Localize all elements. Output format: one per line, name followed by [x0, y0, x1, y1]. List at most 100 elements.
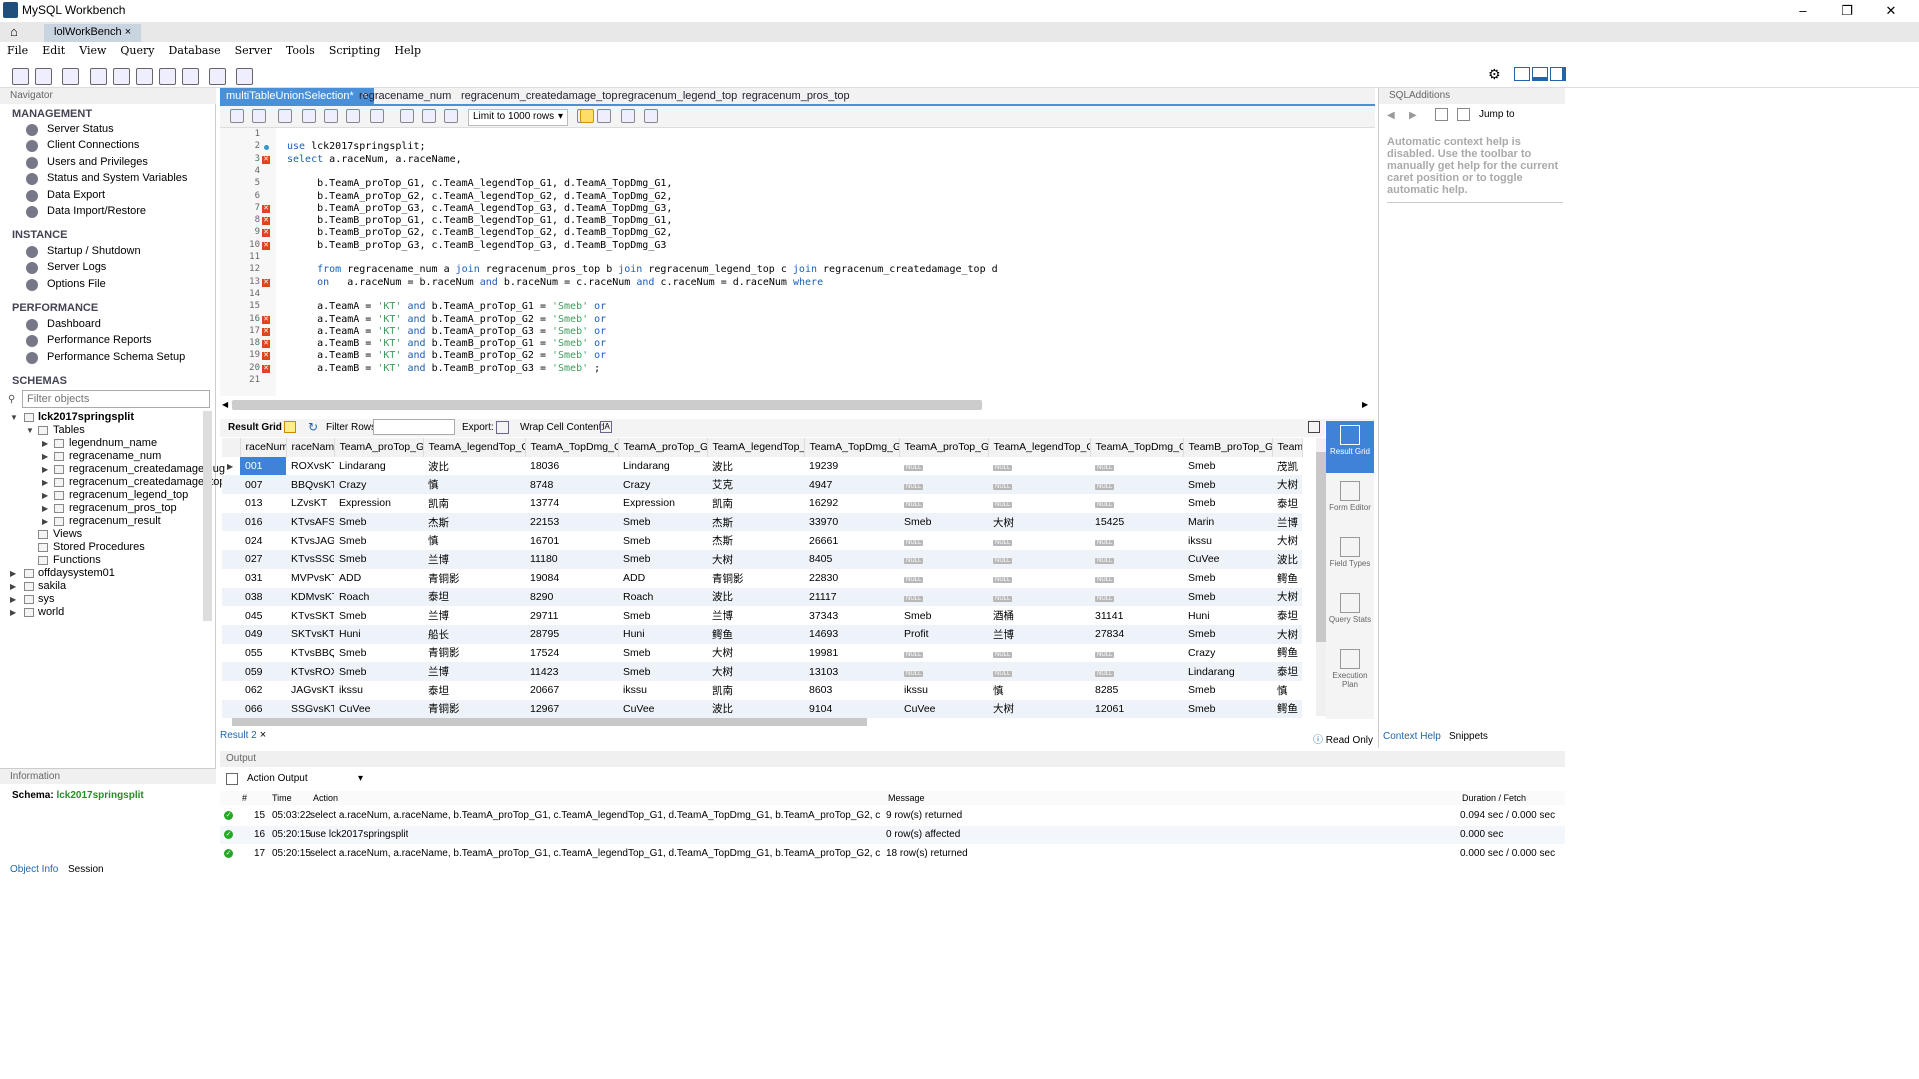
table-cell[interactable]: Crazy: [1183, 644, 1272, 663]
table-cell[interactable]: Smeb: [334, 512, 423, 532]
scroll-right-icon[interactable]: ▶: [1362, 400, 1368, 409]
table-cell[interactable]: NULL: [899, 644, 988, 663]
schema-filter-input[interactable]: [22, 390, 210, 408]
table-row[interactable]: 024 KTvsJAG Smeb 慎 16701 Smeb 杰斯 26661 NULL NULL N…: [222, 531, 1302, 550]
instance-item[interactable]: Server Logs: [47, 261, 106, 273]
table-cell[interactable]: 兰博: [423, 606, 525, 625]
table-cell[interactable]: 慎: [988, 681, 1090, 700]
table-cell[interactable]: 16292: [804, 494, 899, 513]
table-cell[interactable]: 杰斯: [423, 512, 525, 532]
table-cell[interactable]: 兰博: [423, 662, 525, 681]
table-cell[interactable]: 049: [240, 624, 286, 644]
side-execution-plan[interactable]: Execution Plan: [1326, 645, 1374, 697]
table-cell[interactable]: Smeb: [334, 550, 423, 569]
table-cell[interactable]: 青铜影: [423, 699, 525, 718]
table-cell[interactable]: 33970: [804, 512, 899, 532]
table-cell[interactable]: Smeb: [618, 550, 707, 569]
table-cell[interactable]: Smeb: [334, 644, 423, 663]
table-cell[interactable]: Smeb: [1183, 569, 1272, 588]
collapsed-arrow-icon[interactable]: ▶: [10, 595, 16, 604]
invisible-chars-icon[interactable]: [621, 109, 635, 123]
editor-tab[interactable]: regracenum_legend_top: [612, 88, 743, 106]
table-cell[interactable]: Crazy: [618, 475, 707, 495]
collapsed-arrow-icon[interactable]: ▶: [42, 452, 48, 461]
table-cell[interactable]: NULL: [1090, 550, 1183, 569]
table-cell[interactable]: 青铜影: [707, 569, 804, 588]
table-cell[interactable]: 19239: [804, 457, 899, 476]
table-cell[interactable]: CuVee: [899, 699, 988, 718]
sql-editor[interactable]: use lck2017springsplit; select a.raceNum,…: [287, 128, 1367, 396]
table-cell[interactable]: SSGvsKT: [286, 699, 334, 718]
table-cell[interactable]: Smeb: [1183, 624, 1272, 644]
home-icon[interactable]: ⌂: [10, 24, 18, 39]
table-cell[interactable]: 青铜影: [423, 569, 525, 588]
table-cell[interactable]: 兰博: [707, 606, 804, 625]
table-cell[interactable]: 12061: [1090, 699, 1183, 718]
table-cell[interactable]: 8748: [525, 475, 618, 495]
table-cell[interactable]: NULL: [988, 662, 1090, 681]
expanded-arrow-icon[interactable]: ▼: [10, 413, 18, 422]
refresh-icon[interactable]: ↻: [308, 420, 318, 434]
table-cell[interactable]: Smeb: [1183, 457, 1272, 476]
reconnect-icon[interactable]: [236, 68, 253, 85]
table-cell[interactable]: 兰博: [1272, 512, 1302, 532]
table-cell[interactable]: 9104: [804, 699, 899, 718]
table-cell[interactable]: 大树: [707, 550, 804, 569]
performance-item[interactable]: Performance Schema Setup: [47, 351, 185, 363]
table-row[interactable]: 059 KTvsROX Smeb 兰博 11423 Smeb 大树 13103 NULL NULL…: [222, 662, 1302, 681]
wrap-cell-icon[interactable]: IA: [600, 421, 612, 433]
schema-item[interactable]: sys: [38, 593, 55, 605]
open-sql-script-icon[interactable]: [35, 68, 52, 85]
table-item[interactable]: legendnum_name: [69, 437, 157, 449]
table-cell[interactable]: 波比: [707, 699, 804, 718]
jump-to-select[interactable]: Jump to: [1479, 109, 1515, 120]
table-cell[interactable]: NULL: [1090, 662, 1183, 681]
close-icon[interactable]: ×: [125, 26, 131, 38]
auto-help-toggle-icon[interactable]: [1457, 108, 1470, 121]
side-query-stats[interactable]: Query Stats: [1326, 589, 1374, 641]
editor-tab[interactable]: regracenum_pros_top: [736, 88, 856, 106]
table-cell[interactable]: Crazy: [334, 475, 423, 495]
table-cell[interactable]: Smeb: [1183, 699, 1272, 718]
table-cell[interactable]: 066: [240, 699, 286, 718]
tab-session[interactable]: Session: [68, 864, 104, 875]
table-cell[interactable]: ROXvsKT: [286, 457, 334, 476]
column-header[interactable]: TeamB_proTop_G1: [1183, 438, 1273, 457]
table-cell[interactable]: 艾克: [707, 475, 804, 495]
table-cell[interactable]: 12967: [525, 699, 618, 718]
editor-tab[interactable]: multiTableUnionSelection* ×: [220, 88, 375, 106]
grid-horizontal-scrollbar[interactable]: [232, 718, 867, 726]
table-cell[interactable]: 28795: [525, 624, 618, 644]
table-cell[interactable]: ikssu: [1183, 531, 1272, 550]
menu-view[interactable]: View: [79, 44, 106, 57]
table-row[interactable]: 027 KTvsSSG Smeb 兰博 11180 Smeb 大树 8405 NULL NULL N…: [222, 550, 1302, 569]
menu-server[interactable]: Server: [235, 44, 272, 57]
connection-tab[interactable]: lolWorkBench ×: [44, 24, 142, 42]
menu-database[interactable]: Database: [169, 44, 221, 57]
table-cell[interactable]: NULL: [899, 475, 988, 495]
table-cell[interactable]: 凯南: [423, 494, 525, 513]
table-cell[interactable]: 14693: [804, 624, 899, 644]
table-cell[interactable]: Huni: [618, 624, 707, 644]
table-cell[interactable]: 16701: [525, 531, 618, 550]
find-icon[interactable]: [597, 109, 611, 123]
table-cell[interactable]: 茂凯: [1272, 457, 1302, 476]
table-cell[interactable]: 007: [240, 475, 286, 495]
table-cell[interactable]: 大树: [1272, 475, 1302, 495]
minimize-button[interactable]: –: [1781, 0, 1825, 22]
table-cell[interactable]: 26661: [804, 531, 899, 550]
table-item[interactable]: regracenum_result: [69, 515, 161, 527]
table-cell[interactable]: 大树: [988, 512, 1090, 532]
table-cell[interactable]: 杰斯: [707, 531, 804, 550]
table-cell[interactable]: BBQvsKT: [286, 475, 334, 495]
column-header[interactable]: TeamA_proTop_G1: [334, 438, 424, 457]
table-cell[interactable]: 059: [240, 662, 286, 681]
table-cell[interactable]: 024: [240, 531, 286, 550]
table-cell[interactable]: Huni: [334, 624, 423, 644]
table-row[interactable]: 049 SKTvsKT Huni 船长 28795 Huni 鳄鱼 14693 Profit 兰博…: [222, 624, 1302, 644]
table-cell[interactable]: 慎: [423, 531, 525, 550]
table-cell[interactable]: LZvsKT: [286, 494, 334, 513]
table-cell[interactable]: NULL: [988, 550, 1090, 569]
close-window-button[interactable]: ✕: [1869, 0, 1913, 22]
table-cell[interactable]: 22153: [525, 512, 618, 532]
